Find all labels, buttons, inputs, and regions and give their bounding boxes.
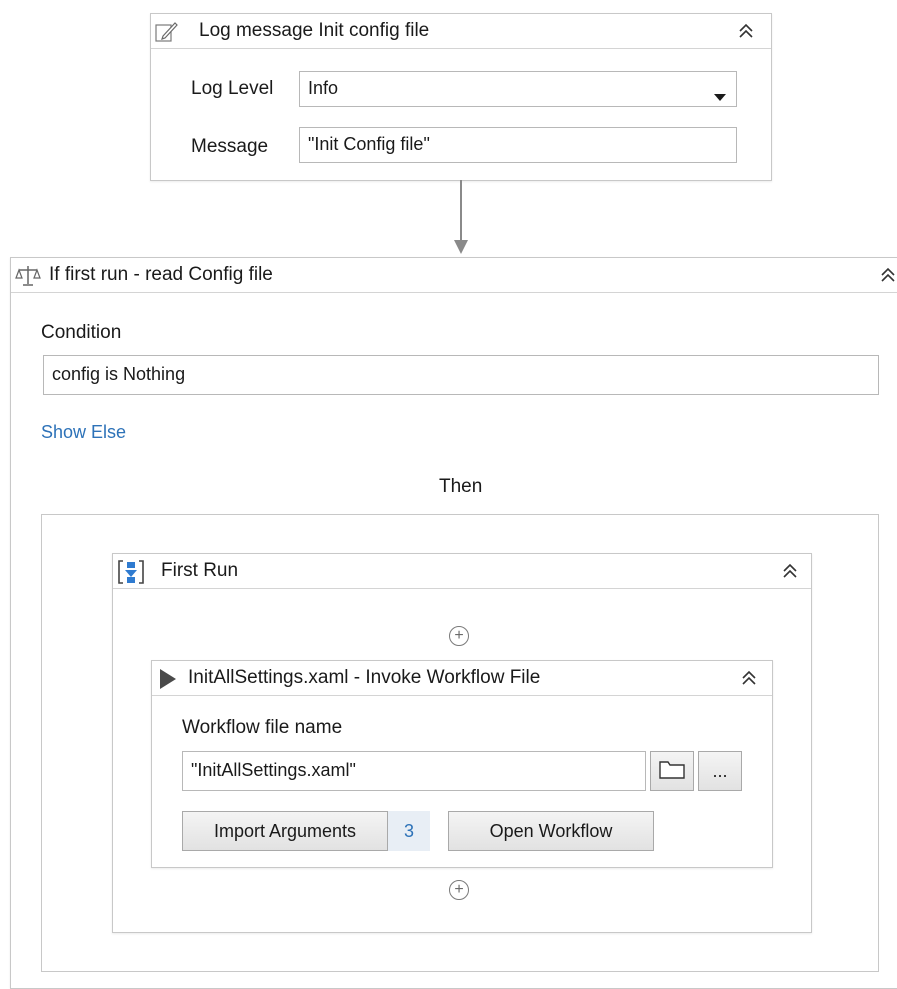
log-level-value: Info bbox=[308, 78, 339, 98]
log-level-select[interactable]: Info bbox=[299, 71, 737, 107]
then-label: Then bbox=[439, 476, 483, 497]
workflow-file-input[interactable]: "InitAllSettings.xaml" bbox=[182, 751, 646, 791]
if-balance-icon bbox=[15, 264, 41, 288]
flow-connector-arrow bbox=[454, 180, 468, 254]
invoke-title: InitAllSettings.xaml - Invoke Workflow F… bbox=[188, 667, 541, 688]
message-input[interactable]: "Init Config file" bbox=[299, 127, 737, 163]
condition-input[interactable]: config is Nothing bbox=[43, 355, 879, 395]
open-workflow-button[interactable]: Open Workflow bbox=[448, 811, 654, 851]
ellipsis-button[interactable]: ... bbox=[698, 751, 742, 791]
log-level-label: Log Level bbox=[191, 78, 274, 99]
condition-label: Condition bbox=[41, 322, 122, 343]
play-icon bbox=[158, 668, 178, 695]
invoke-header[interactable]: InitAllSettings.xaml - Invoke Workflow F… bbox=[152, 661, 772, 696]
log-message-activity[interactable]: Log message Init config file Log Level I… bbox=[150, 13, 772, 181]
log-message-title: Log message Init config file bbox=[199, 20, 430, 41]
show-else-link[interactable]: Show Else bbox=[41, 422, 126, 443]
sequence-header[interactable]: First Run bbox=[113, 554, 811, 589]
collapse-icon[interactable] bbox=[779, 560, 801, 582]
sequence-icon bbox=[117, 559, 145, 585]
sequence-title: First Run bbox=[161, 560, 239, 581]
sequence-first-run[interactable]: First Run + InitAllSettings.xaml - Invok… bbox=[112, 553, 812, 933]
then-container[interactable]: First Run + InitAllSettings.xaml - Invok… bbox=[41, 514, 879, 972]
folder-icon bbox=[659, 759, 685, 784]
collapse-icon[interactable] bbox=[877, 264, 897, 286]
argument-count: 3 bbox=[403, 820, 414, 841]
invoke-workflow-activity[interactable]: InitAllSettings.xaml - Invoke Workflow F… bbox=[151, 660, 773, 868]
browse-folder-button[interactable] bbox=[650, 751, 694, 791]
log-message-header[interactable]: Log message Init config file bbox=[151, 14, 771, 49]
add-activity-plus-icon[interactable]: + bbox=[449, 626, 469, 646]
if-header[interactable]: If first run - read Config file bbox=[11, 258, 897, 293]
collapse-icon[interactable] bbox=[738, 667, 760, 689]
log-message-icon bbox=[155, 21, 179, 43]
message-label: Message bbox=[191, 136, 269, 157]
collapse-icon[interactable] bbox=[735, 20, 757, 42]
chevron-down-icon[interactable] bbox=[714, 86, 726, 106]
if-title: If first run - read Config file bbox=[49, 264, 273, 285]
argument-count-badge: 3 bbox=[388, 811, 430, 851]
if-activity[interactable]: If first run - read Config file Conditio… bbox=[10, 257, 897, 989]
import-arguments-button[interactable]: Import Arguments bbox=[182, 811, 388, 851]
add-activity-plus-icon[interactable]: + bbox=[449, 880, 469, 900]
workflow-file-label: Workflow file name bbox=[182, 717, 343, 738]
